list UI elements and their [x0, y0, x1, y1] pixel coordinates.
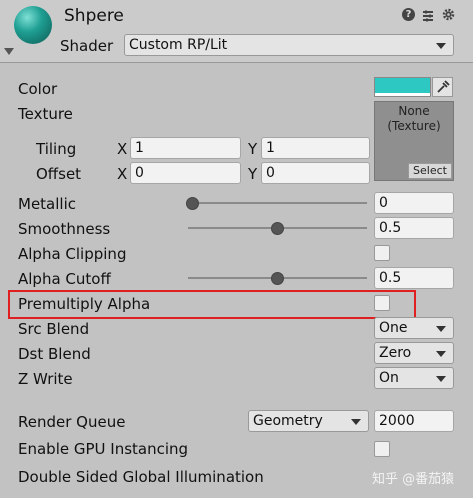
render-queue-field[interactable]: 2000: [374, 410, 454, 432]
smoothness-field[interactable]: 0.5: [374, 217, 454, 239]
alpha-cutoff-field[interactable]: 0.5: [374, 267, 454, 289]
chevron-down-icon: [436, 326, 446, 332]
texture-type-label: (Texture): [387, 119, 441, 133]
material-preview-sphere-icon: [14, 6, 52, 44]
shader-value: Custom RP/Lit: [129, 37, 228, 53]
metallic-slider-track[interactable]: [188, 202, 367, 204]
dst-blend-value: Zero: [379, 345, 412, 361]
render-queue-dropdown[interactable]: Geometry: [248, 410, 369, 432]
z-write-label: Z Write: [18, 370, 73, 388]
watermark: 知乎 @番茄猿: [372, 472, 455, 487]
tiling-label: Tiling: [36, 140, 77, 158]
texture-none-label: None: [398, 104, 430, 118]
smoothness-label: Smoothness: [18, 220, 111, 238]
texture-slot[interactable]: None (Texture) Select: [374, 101, 454, 181]
material-name: Shpere: [64, 6, 124, 26]
metallic-label: Metallic: [18, 195, 76, 213]
offset-x-field[interactable]: 0: [130, 162, 241, 184]
color-label: Color: [18, 80, 58, 98]
render-queue-label: Render Queue: [18, 413, 126, 431]
offset-label: Offset: [36, 165, 82, 183]
z-write-dropdown[interactable]: On: [374, 367, 454, 389]
dst-blend-dropdown[interactable]: Zero: [374, 342, 454, 364]
chevron-down-icon: [436, 43, 446, 49]
offset-x-label: X: [117, 165, 128, 183]
offset-y-field[interactable]: 0: [261, 162, 370, 184]
gpu-instancing-checkbox[interactable]: [374, 441, 390, 457]
dst-blend-label: Dst Blend: [18, 345, 91, 363]
alpha-clipping-checkbox[interactable]: [374, 245, 390, 261]
help-icon[interactable]: ?: [402, 8, 415, 21]
z-write-value: On: [379, 370, 399, 386]
tiling-y-label: Y: [248, 140, 258, 158]
color-swatch[interactable]: [374, 77, 431, 97]
gear-icon[interactable]: [441, 7, 456, 22]
chevron-down-icon: [351, 419, 361, 425]
chevron-down-icon: [436, 376, 446, 382]
src-blend-dropdown[interactable]: One: [374, 317, 454, 339]
smoothness-slider-thumb[interactable]: [271, 222, 284, 235]
alpha-cutoff-slider-thumb[interactable]: [271, 272, 284, 285]
offset-y-label: Y: [248, 165, 258, 183]
eyedropper-icon[interactable]: [432, 77, 453, 97]
shader-dropdown[interactable]: Custom RP/Lit: [124, 34, 454, 56]
alpha-cutoff-label: Alpha Cutoff: [18, 270, 111, 288]
tiling-x-label: X: [117, 140, 128, 158]
foldout-arrow-icon[interactable]: [4, 48, 14, 55]
shader-label: Shader: [60, 37, 114, 55]
gpu-instancing-label: Enable GPU Instancing: [18, 440, 189, 458]
premultiply-alpha-checkbox[interactable]: [374, 295, 390, 311]
metallic-slider-thumb[interactable]: [186, 197, 199, 210]
texture-select-button[interactable]: Select: [408, 163, 452, 179]
metallic-field[interactable]: 0: [374, 192, 454, 214]
chevron-down-icon: [436, 351, 446, 357]
render-queue-mode: Geometry: [253, 413, 323, 429]
double-sided-gi-label: Double Sided Global Illumination: [18, 468, 264, 486]
src-blend-value: One: [379, 320, 408, 336]
texture-label: Texture: [18, 105, 73, 123]
src-blend-label: Src Blend: [18, 320, 90, 338]
tiling-y-field[interactable]: 1: [261, 137, 370, 159]
premultiply-alpha-label: Premultiply Alpha: [18, 295, 151, 313]
alpha-clipping-label: Alpha Clipping: [18, 245, 127, 263]
preset-icon[interactable]: [421, 8, 435, 22]
tiling-x-field[interactable]: 1: [130, 137, 241, 159]
material-inspector: Shpere ? Shader Custom RP/Lit Color Text…: [0, 0, 473, 498]
alpha-bar: [375, 93, 430, 96]
